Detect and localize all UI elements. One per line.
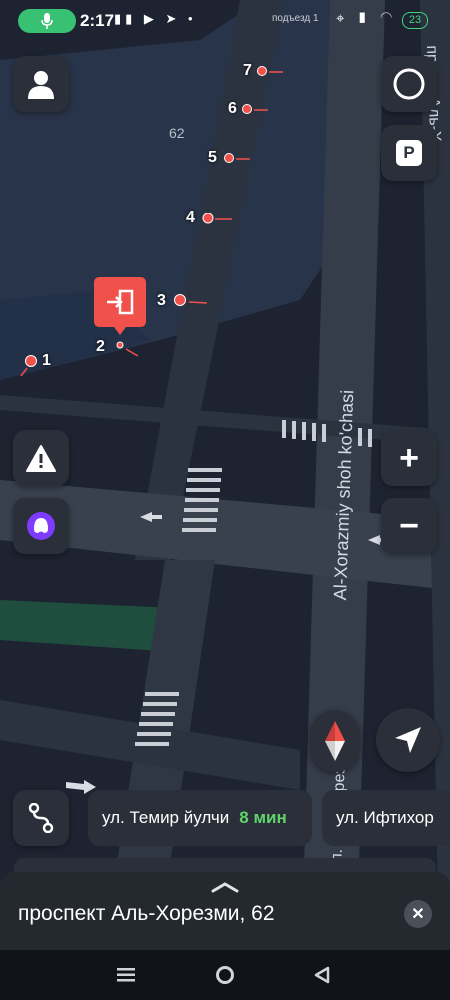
entrance-dot-icon [174,294,208,306]
route-options-button[interactable] [13,790,69,846]
entrance-pin[interactable] [94,277,146,335]
alice-assistant-icon [27,512,55,540]
system-navigation-bar [0,950,450,1000]
address-bottom-sheet[interactable]: проспект Аль-Хорезми, 62 ✕ [0,872,450,950]
entrance-dot-icon [242,104,268,114]
back-triangle-icon [314,966,330,984]
minus-icon: − [399,506,419,545]
address-title: проспект Аль-Хорезми, 62 [18,902,275,925]
zoom-out-button[interactable]: − [381,498,437,554]
status-time: 2:17 [80,11,115,30]
back-button[interactable] [308,962,336,988]
compass-icon [325,721,345,761]
my-location-button[interactable] [376,708,440,772]
building-number: 62 [169,125,185,141]
alert-icon [26,445,56,472]
menu-icon [117,968,135,982]
close-button[interactable]: ✕ [404,900,432,928]
home-circle-icon [216,966,234,984]
battery-indicator: 23 [402,12,428,29]
status-entrance-text: подъезд 1 [272,13,319,24]
route-street: ул. Ифтихор [336,808,434,827]
route-card-temir-yulchi[interactable]: ул. Темир йулчи 8 мин [88,790,312,846]
profile-button[interactable] [13,56,69,112]
report-incident-button[interactable] [13,430,69,486]
plus-icon: + [399,438,419,477]
notification-icons: ▮▮ ▶ ➤ • [114,11,197,26]
home-button[interactable] [211,962,239,988]
layers-button[interactable] [381,56,437,112]
entrance-dot-icon [224,153,250,163]
compass-button[interactable] [310,710,360,772]
entrance-dot-icon [257,66,283,76]
route-street: ул. Темир йулчи [102,808,230,827]
microphone-icon [41,13,53,29]
status-bar: 2:17 ▮▮ ▶ ➤ • подъезд 1 ⌖ ▮ ◠ 23 [0,0,450,40]
route-options-icon [28,803,54,833]
parking-icon: P [396,140,422,166]
recent-apps-button[interactable] [112,962,140,988]
system-status-icons: ⌖ ▮ ◠ [336,10,397,27]
profile-icon [28,71,54,99]
entrance-dot-icon [116,341,139,357]
parking-button[interactable]: P [381,125,437,181]
locate-icon [395,727,421,753]
zoom-in-button[interactable]: + [381,430,437,486]
close-icon: ✕ [411,906,425,923]
door-entrance-icon [94,277,146,335]
route-eta: 8 мин [239,808,287,827]
layers-icon [393,68,425,100]
route-card-iftikhor[interactable]: ул. Ифтихор [322,790,450,846]
chevron-up-icon[interactable] [210,880,240,894]
entrance-dot-icon [202,213,232,224]
mic-indicator [18,9,76,33]
alice-assistant-button[interactable] [13,498,69,554]
